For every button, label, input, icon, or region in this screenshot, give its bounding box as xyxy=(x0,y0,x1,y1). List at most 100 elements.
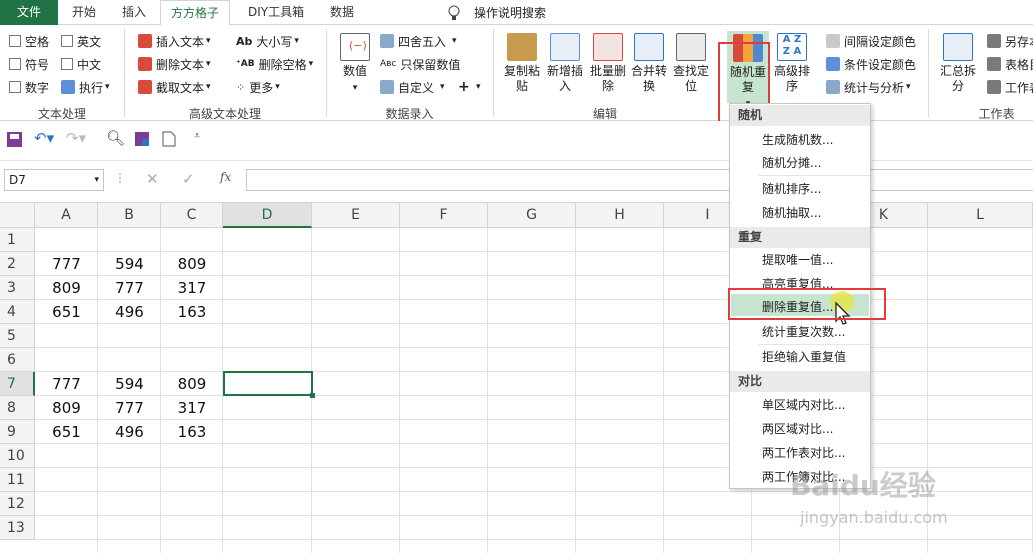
extract-text-button[interactable]: 截取文本 ▾ xyxy=(138,77,211,97)
select-all-corner[interactable] xyxy=(0,203,35,228)
insert-function-icon[interactable]: fx xyxy=(220,170,231,184)
checkbox-number[interactable]: 数字 xyxy=(9,77,49,97)
checkbox-space[interactable]: 空格 xyxy=(9,31,49,51)
customize-qat-icon[interactable]: ⩡ xyxy=(194,129,200,143)
custom-button[interactable]: 自定义 ▾ xyxy=(380,77,445,97)
round-button[interactable]: 四舍五入 ▾ xyxy=(380,31,457,51)
new-insert-button[interactable]: 新增插入 xyxy=(545,33,585,94)
add-dropdown[interactable]: ▾ xyxy=(476,77,481,97)
row-header-7[interactable]: 7 xyxy=(0,372,35,396)
row-header-8[interactable]: 8 xyxy=(0,396,35,420)
table-toc-button[interactable]: 表格目 xyxy=(987,54,1033,74)
tab-file[interactable]: 文件 xyxy=(0,0,58,25)
cell-a8[interactable]: 809 xyxy=(35,396,98,420)
menu-item-two-sheet-compare[interactable]: 两工作表对比... xyxy=(762,442,868,464)
row-header-3[interactable]: 3 xyxy=(0,276,35,300)
cell-c2[interactable]: 809 xyxy=(161,252,223,276)
row-header-6[interactable]: 6 xyxy=(0,348,35,372)
redo-icon[interactable]: ↷▾ xyxy=(66,129,86,147)
menu-item-random-sort[interactable]: 随机排序... xyxy=(762,178,868,200)
statistics-button[interactable]: 统计与分析 ▾ xyxy=(826,77,911,97)
tab-data[interactable]: 数据 xyxy=(320,0,364,25)
delete-text-button[interactable]: 删除文本 ▾ xyxy=(138,54,211,74)
merge-convert-button[interactable]: 合并转换 xyxy=(629,33,669,94)
column-header-f[interactable]: F xyxy=(400,203,488,228)
row-header-9[interactable]: 9 xyxy=(0,420,35,444)
column-header-l[interactable]: L xyxy=(928,203,1033,228)
tell-me-search[interactable]: 操作说明搜索 xyxy=(446,4,546,21)
menu-item-two-range-compare[interactable]: 两区域对比... xyxy=(762,418,868,440)
menu-item-count-duplicates[interactable]: 统计重复次数... xyxy=(762,321,868,343)
column-header-c[interactable]: C xyxy=(161,203,223,228)
menu-item-extract-unique[interactable]: 提取唯一值... xyxy=(762,249,868,271)
column-header-a[interactable]: A xyxy=(35,203,98,228)
cell-b8[interactable]: 777 xyxy=(98,396,161,420)
cell-b7[interactable]: 594 xyxy=(98,372,161,396)
undo-icon[interactable]: ↶▾ xyxy=(34,129,54,147)
delete-space-button[interactable]: ⁺AB 删除空格 ▾ xyxy=(236,54,313,74)
new-file-icon[interactable] xyxy=(162,131,176,147)
cell-c9[interactable]: 163 xyxy=(161,420,223,444)
column-header-g[interactable]: G xyxy=(488,203,576,228)
row-header-11[interactable]: 11 xyxy=(0,468,35,492)
insert-text-button[interactable]: 插入文本 ▾ xyxy=(138,31,211,51)
column-header-e[interactable]: E xyxy=(312,203,400,228)
print-preview-icon[interactable]: 🔍︎ xyxy=(106,129,125,147)
more-button[interactable]: ⁘ 更多 ▾ xyxy=(236,77,280,97)
cell-c4[interactable]: 163 xyxy=(161,300,223,324)
save-book-button[interactable]: 另存本 xyxy=(987,31,1033,51)
cell-b9[interactable]: 496 xyxy=(98,420,161,444)
tab-insert[interactable]: 插入 xyxy=(112,0,156,25)
row-header-5[interactable]: 5 xyxy=(0,324,35,348)
row-header-4[interactable]: 4 xyxy=(0,300,35,324)
checkbox-english[interactable]: 英文 xyxy=(61,31,101,51)
worksheet-button[interactable]: 工作表 xyxy=(987,77,1033,97)
cell-b2[interactable]: 594 xyxy=(98,252,161,276)
name-box[interactable]: D7 ▾ xyxy=(4,169,104,191)
find-locate-button[interactable]: 查找定位 xyxy=(671,33,711,94)
active-cell-d7[interactable] xyxy=(223,371,313,396)
row-header-12[interactable]: 12 xyxy=(0,492,35,516)
number-button[interactable]: (−) 数值 ▾ xyxy=(338,33,372,96)
cell-c3[interactable]: 317 xyxy=(161,276,223,300)
tab-fangfang[interactable]: 方方格子 xyxy=(160,0,231,26)
keep-values-button[interactable]: Aʙc 只保留数值 xyxy=(380,54,460,74)
execute-button[interactable]: 执行 ▾ xyxy=(61,77,110,97)
case-button[interactable]: Ab 大小写 ▾ xyxy=(236,31,299,51)
enter-icon[interactable]: ✓ xyxy=(182,170,195,188)
menu-item-random-allocate[interactable]: 随机分摊... xyxy=(762,152,868,174)
cell-b3[interactable]: 777 xyxy=(98,276,161,300)
add-button[interactable]: + xyxy=(458,77,470,97)
save-icon[interactable] xyxy=(6,131,24,149)
cell-a4[interactable]: 651 xyxy=(35,300,98,324)
row-header-13[interactable]: 13 xyxy=(0,516,35,540)
batch-delete-button[interactable]: 批量删除 xyxy=(588,33,628,94)
row-header-10[interactable]: 10 xyxy=(0,444,35,468)
cell-a2[interactable]: 777 xyxy=(35,252,98,276)
tab-home[interactable]: 开始 xyxy=(62,0,106,25)
formula-input[interactable] xyxy=(246,169,1033,191)
column-header-d[interactable]: D xyxy=(223,203,312,228)
checkbox-symbol[interactable]: 符号 xyxy=(9,54,49,74)
tab-diy-toolbox[interactable]: DIY工具箱 xyxy=(238,0,314,25)
cell-b4[interactable]: 496 xyxy=(98,300,161,324)
checkbox-chinese[interactable]: 中文 xyxy=(61,54,101,74)
conditional-color-button[interactable]: 条件设定颜色 xyxy=(826,54,916,74)
menu-item-single-range-compare[interactable]: 单区域内对比... xyxy=(762,394,868,416)
menu-item-random-draw[interactable]: 随机抽取... xyxy=(762,202,868,224)
interval-color-button[interactable]: 间隔设定颜色 xyxy=(826,31,916,51)
row-header-2[interactable]: 2 xyxy=(0,252,35,276)
row-header-1[interactable]: 1 xyxy=(0,228,35,252)
macro-save-icon[interactable] xyxy=(134,131,150,147)
menu-item-generate-random[interactable]: 生成随机数... xyxy=(762,129,868,151)
column-header-h[interactable]: H xyxy=(576,203,664,228)
menu-item-reject-duplicates[interactable]: 拒绝输入重复值 xyxy=(762,346,868,368)
advanced-sort-button[interactable]: A ZZ A 高级排序 xyxy=(772,33,812,94)
cancel-icon[interactable]: ✕ xyxy=(146,170,159,188)
cell-c7[interactable]: 809 xyxy=(161,372,223,396)
cell-a9[interactable]: 651 xyxy=(35,420,98,444)
cell-a3[interactable]: 809 xyxy=(35,276,98,300)
column-header-b[interactable]: B xyxy=(98,203,161,228)
cell-c8[interactable]: 317 xyxy=(161,396,223,420)
summary-split-button[interactable]: 汇总拆分 xyxy=(938,33,978,94)
